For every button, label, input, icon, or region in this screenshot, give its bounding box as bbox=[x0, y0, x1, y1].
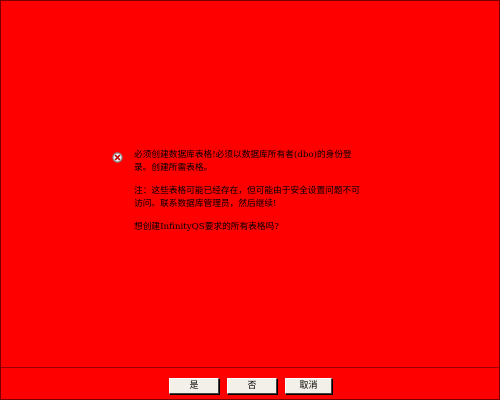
create-tables-question: 想创建InfinityQS要求的所有表格吗? bbox=[134, 222, 279, 232]
message-text: 必须创建数据库表格!必须以数据库所有者(dbo)的身份登 录。创建所需表格。 注… bbox=[134, 149, 409, 234]
error-icon bbox=[112, 152, 123, 163]
no-button[interactable]: 否 bbox=[227, 378, 277, 394]
yes-button[interactable]: 是 bbox=[169, 378, 219, 394]
button-bar: 是 否 取消 bbox=[1, 367, 499, 401]
security-note-message: 注：这些表格可能已经存在，但可能由于安全设置问题不可 访问。联系数据库管理员，然… bbox=[134, 186, 360, 209]
cancel-button[interactable]: 取消 bbox=[285, 378, 332, 394]
error-dialog-window: 必须创建数据库表格!必须以数据库所有者(dbo)的身份登 录。创建所需表格。 注… bbox=[0, 0, 500, 400]
database-tables-required-message: 必须创建数据库表格!必须以数据库所有者(dbo)的身份登 录。创建所需表格。 bbox=[134, 150, 352, 173]
